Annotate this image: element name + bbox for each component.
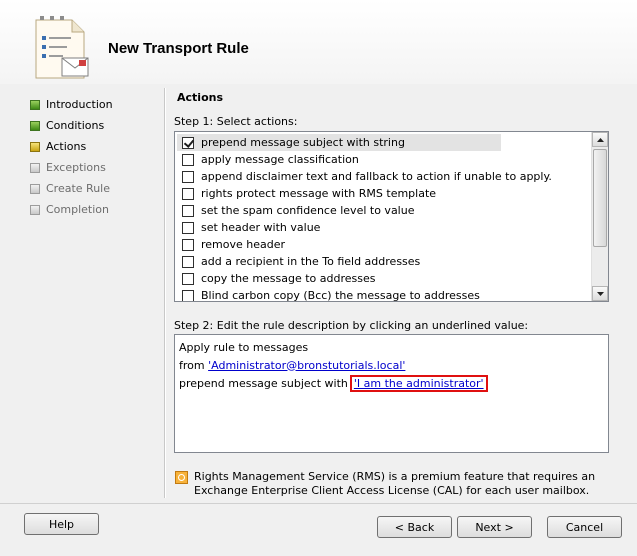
action-item[interactable]: prepend message subject with string	[177, 134, 501, 151]
action-label: set header with value	[201, 221, 321, 234]
nav-step-actions: Actions	[30, 136, 155, 157]
nav-step-label: Create Rule	[46, 182, 110, 195]
action-item[interactable]: set the spam confidence level to value	[177, 202, 414, 219]
step2-label: Step 2: Edit the rule description by cli…	[174, 319, 529, 332]
nav-step-conditions: Conditions	[30, 115, 155, 136]
step1-label: Step 1: Select actions:	[174, 115, 298, 128]
description-text: prepend message subject with	[179, 376, 348, 390]
action-checkbox[interactable]	[182, 204, 194, 217]
action-item[interactable]: apply message classification	[177, 151, 359, 168]
nav-step-completion: Completion	[30, 199, 155, 220]
rms-info-icon	[175, 471, 188, 484]
step-current-icon	[30, 141, 40, 152]
next-button[interactable]: Next >	[457, 516, 532, 538]
highlight-box: 'I am the administrator'	[349, 374, 488, 392]
nav-step-label: Introduction	[46, 98, 113, 111]
action-checkbox[interactable]	[182, 238, 194, 251]
action-label: add a recipient in the To field addresse…	[201, 255, 421, 268]
wizard-step-nav: Introduction Conditions Actions Exceptio…	[30, 94, 155, 220]
step-pending-icon	[30, 204, 40, 215]
actions-scrollbar[interactable]	[591, 132, 608, 301]
rms-info-notice: Rights Management Service (RMS) is a pre…	[175, 470, 615, 498]
action-checkbox[interactable]	[182, 272, 194, 285]
transport-rule-wizard-icon	[35, 16, 89, 79]
description-line: Apply rule to messages	[179, 338, 604, 356]
scroll-thumb[interactable]	[593, 149, 607, 247]
nav-step-introduction: Introduction	[30, 94, 155, 115]
action-label: remove header	[201, 238, 286, 251]
action-checkbox[interactable]	[182, 187, 194, 200]
action-item[interactable]: remove header	[177, 236, 285, 253]
action-checkbox[interactable]	[182, 289, 194, 301]
action-item[interactable]: copy the message to addresses	[177, 270, 376, 287]
action-checkbox[interactable]	[182, 136, 194, 149]
nav-step-create-rule: Create Rule	[30, 178, 155, 199]
rule-description-box: Apply rule to messages from 'Administrat…	[174, 334, 609, 453]
action-label: set the spam confidence level to value	[201, 204, 415, 217]
section-title: Actions	[177, 91, 223, 104]
cancel-button[interactable]: Cancel	[547, 516, 622, 538]
action-checkbox[interactable]	[182, 153, 194, 166]
action-label: Blind carbon copy (Bcc) the message to a…	[201, 289, 480, 302]
scroll-up-button[interactable]	[592, 132, 608, 147]
step-pending-icon	[30, 183, 40, 194]
scroll-down-button[interactable]	[592, 286, 608, 301]
actions-listbox[interactable]: prepend message subject with string appl…	[174, 131, 609, 302]
scroll-down-icon	[596, 291, 604, 296]
step-complete-icon	[30, 120, 40, 131]
action-checkbox[interactable]	[182, 170, 194, 183]
wizard-title: New Transport Rule	[108, 40, 249, 57]
scroll-up-icon	[596, 137, 604, 142]
wizard-header: New Transport Rule	[0, 0, 637, 84]
nav-step-label: Conditions	[46, 119, 105, 132]
help-button[interactable]: Help	[24, 513, 99, 535]
subject-prefix-link[interactable]: 'I am the administrator'	[354, 377, 484, 390]
nav-step-label: Completion	[46, 203, 110, 216]
footer-divider	[0, 503, 637, 504]
action-label: append disclaimer text and fallback to a…	[201, 170, 552, 183]
nav-step-label: Actions	[46, 140, 87, 153]
action-item[interactable]: add a recipient in the To field addresse…	[177, 253, 420, 270]
nav-step-label: Exceptions	[46, 161, 106, 174]
action-label: rights protect message with RMS template	[201, 187, 437, 200]
action-item[interactable]: append disclaimer text and fallback to a…	[177, 168, 552, 185]
action-item[interactable]: set header with value	[177, 219, 320, 236]
nav-divider	[164, 88, 166, 498]
description-line: prepend message subject with 'I am the a…	[179, 374, 604, 392]
action-label: apply message classification	[201, 153, 359, 166]
action-item[interactable]: rights protect message with RMS template	[177, 185, 436, 202]
description-text: Apply rule to messages	[179, 340, 309, 354]
step-pending-icon	[30, 162, 40, 173]
rms-info-text: Rights Management Service (RMS) is a pre…	[194, 470, 596, 497]
description-line: from 'Administrator@bronstutorials.local…	[179, 356, 604, 374]
sender-address-link[interactable]: 'Administrator@bronstutorials.local'	[208, 359, 405, 372]
nav-step-exceptions: Exceptions	[30, 157, 155, 178]
action-item[interactable]: Blind carbon copy (Bcc) the message to a…	[177, 287, 480, 302]
action-checkbox[interactable]	[182, 221, 194, 234]
action-label: copy the message to addresses	[201, 272, 376, 285]
step-complete-icon	[30, 99, 40, 110]
action-label: prepend message subject with string	[201, 136, 405, 149]
action-checkbox[interactable]	[182, 255, 194, 268]
back-button[interactable]: < Back	[377, 516, 452, 538]
description-text: from	[179, 358, 205, 372]
